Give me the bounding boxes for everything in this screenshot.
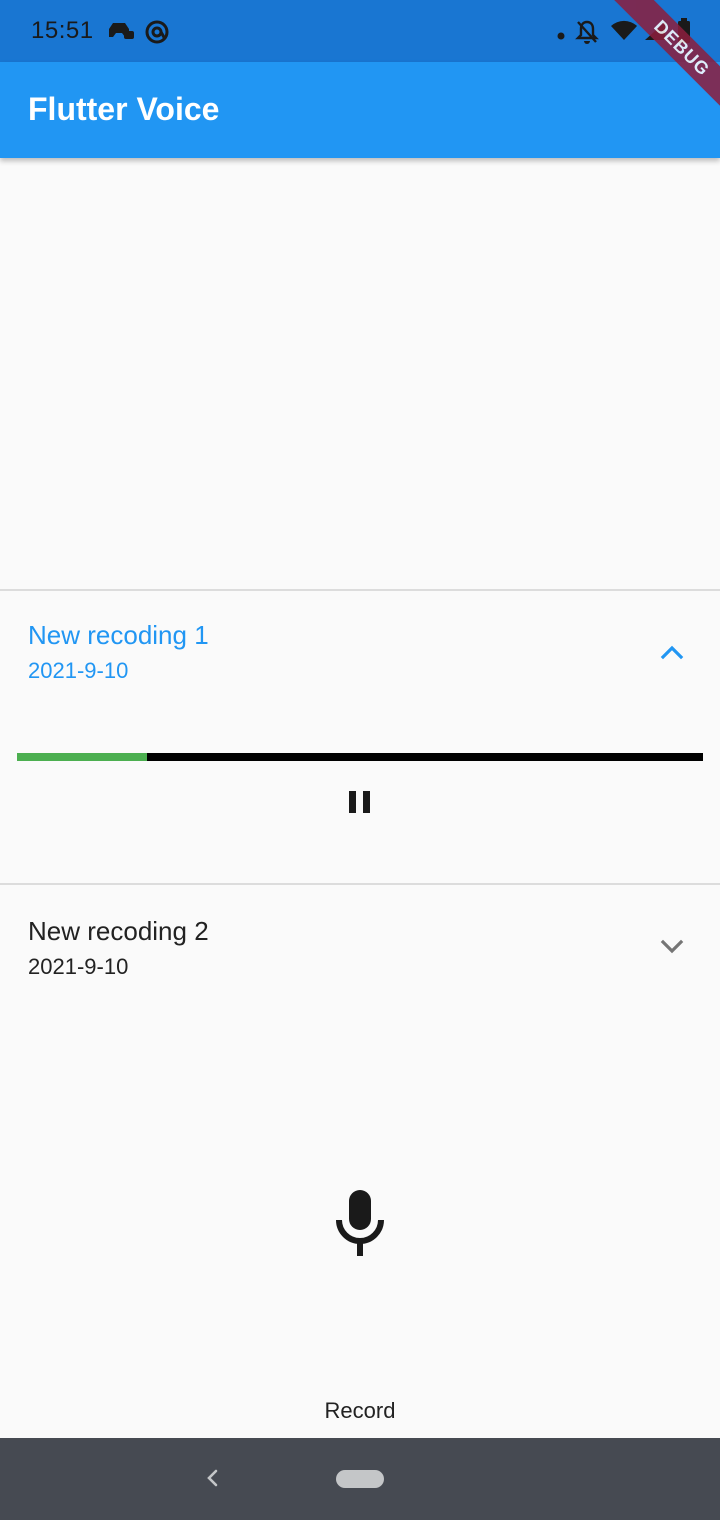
recording-title: New recoding 2 [28,916,209,946]
controller-icon [109,19,135,46]
home-pill-icon[interactable] [336,1470,384,1488]
record-label: Record [324,1398,396,1423]
recording-tile-2[interactable]: New recoding 2 2021-9-10 [0,885,720,1005]
app-bar: Flutter Voice [0,62,720,158]
back-icon[interactable] [200,1458,224,1498]
pause-button[interactable] [340,782,380,822]
microphone-icon [336,1190,384,1256]
playback-progress-bar[interactable] [17,753,703,761]
chevron-up-icon[interactable] [656,636,688,668]
app-title: Flutter Voice [28,91,220,127]
recording-tile-1[interactable]: New recoding 1 2021-9-10 [0,591,720,711]
signal-icon [643,20,667,47]
status-time: 15:51 [31,17,94,44]
battery-icon [677,18,691,49]
record-button[interactable] [330,1185,390,1261]
recording-date: 2021-9-10 [28,954,129,979]
at-sign-icon [144,19,170,50]
chevron-down-icon[interactable] [656,931,688,963]
playback-progress-played [17,753,148,761]
recording-title: New recoding 1 [28,620,209,650]
navigation-bar [0,1438,720,1520]
recording-date: 2021-9-10 [28,658,129,683]
bell-off-icon [575,19,599,50]
pause-icon [349,791,370,813]
dot-icon [557,27,565,45]
status-bar: 15:51 [0,0,720,62]
wifi-icon [610,20,638,47]
